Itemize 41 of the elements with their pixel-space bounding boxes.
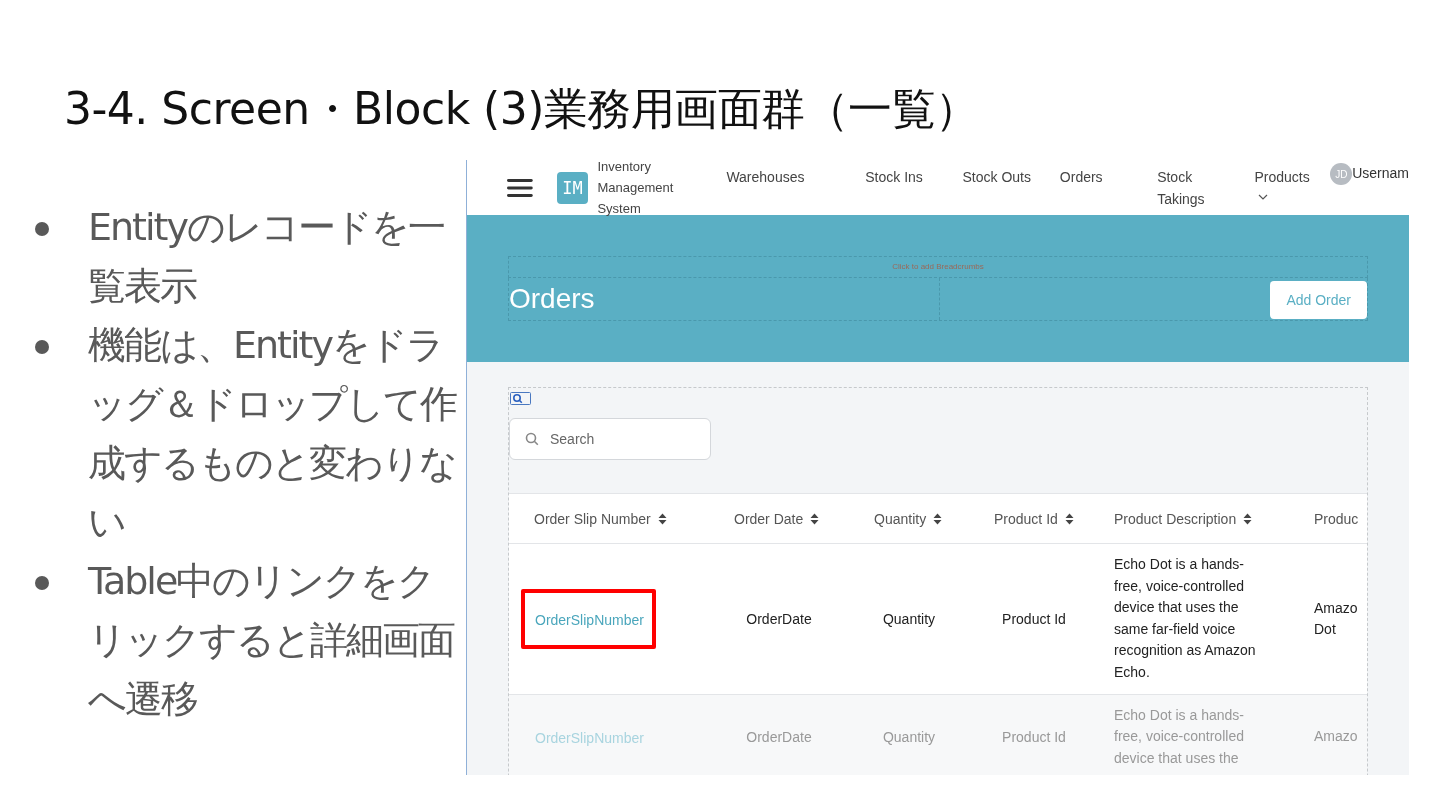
sort-icon[interactable] bbox=[1064, 512, 1074, 525]
bullet-text: Entityのレコードを一覧表示 bbox=[88, 205, 444, 308]
bullet-dot bbox=[35, 222, 49, 236]
chevron-down-icon[interactable] bbox=[1258, 194, 1269, 200]
table-cell-text: OrderDate bbox=[745, 728, 813, 745]
table-cell-text: Amazo Dot bbox=[1313, 598, 1359, 639]
nav-link[interactable]: Orders bbox=[1059, 166, 1130, 188]
nav-link[interactable]: Warehouses bbox=[726, 166, 841, 188]
column-header[interactable]: Order Slip Number bbox=[509, 510, 709, 527]
sort-icon[interactable] bbox=[657, 512, 667, 525]
menu-icon[interactable] bbox=[507, 177, 533, 198]
page-title: Orders bbox=[509, 282, 596, 316]
nav-link[interactable]: Products bbox=[1254, 166, 1325, 188]
table-cell-text: Quantity bbox=[881, 728, 937, 745]
table-cell-text: Product Id bbox=[1001, 610, 1067, 627]
table-cell-text: OrderDate bbox=[745, 610, 813, 627]
column-header[interactable]: Quantity bbox=[849, 510, 969, 527]
table-cell-text: Quantity bbox=[881, 610, 937, 627]
sort-icon[interactable] bbox=[810, 512, 820, 525]
column-header[interactable]: Produc bbox=[1299, 510, 1379, 527]
sort-icon[interactable] bbox=[933, 512, 943, 525]
table-cell-text: Echo Dot is a hands-free, voice-controlled device that uses the bbox=[1114, 705, 1245, 768]
slide-title: 3-4. Screen・Block (3)業務用画面群（一覧） bbox=[63, 82, 980, 136]
nav-link[interactable]: Stock Takings bbox=[1157, 166, 1227, 210]
bullet-text: 機能は、Entityをドラッグ＆ドロップして作成するものと変わりない bbox=[88, 323, 456, 544]
search-field[interactable]: Search bbox=[509, 418, 711, 460]
table-cell-text: Product Id bbox=[1001, 728, 1067, 745]
table-cell-text: Amazo bbox=[1313, 727, 1359, 747]
search-block-icon bbox=[510, 392, 532, 406]
bullet-dot bbox=[35, 340, 49, 354]
column-header[interactable]: Product Description bbox=[1099, 510, 1299, 527]
username[interactable]: Usernam bbox=[1352, 165, 1409, 181]
column-header[interactable]: Order Date bbox=[709, 510, 849, 527]
bullet-text: Table中のリンクをクリックすると詳細画面へ遷移 bbox=[88, 559, 454, 721]
nav-link[interactable]: Stock Outs bbox=[962, 166, 1032, 188]
column-header[interactable]: Product Id bbox=[969, 510, 1099, 527]
sort-icon[interactable] bbox=[1243, 512, 1253, 525]
bullet-dot bbox=[35, 576, 49, 590]
table-cell-text: Echo Dot is a hands-free, voice-controlled device that uses the same far-field voice recognition as Amazon Echo. bbox=[1114, 555, 1257, 682]
app-name: Inventory Management System bbox=[597, 160, 675, 218]
nav-link[interactable]: Stock Ins bbox=[865, 166, 935, 188]
